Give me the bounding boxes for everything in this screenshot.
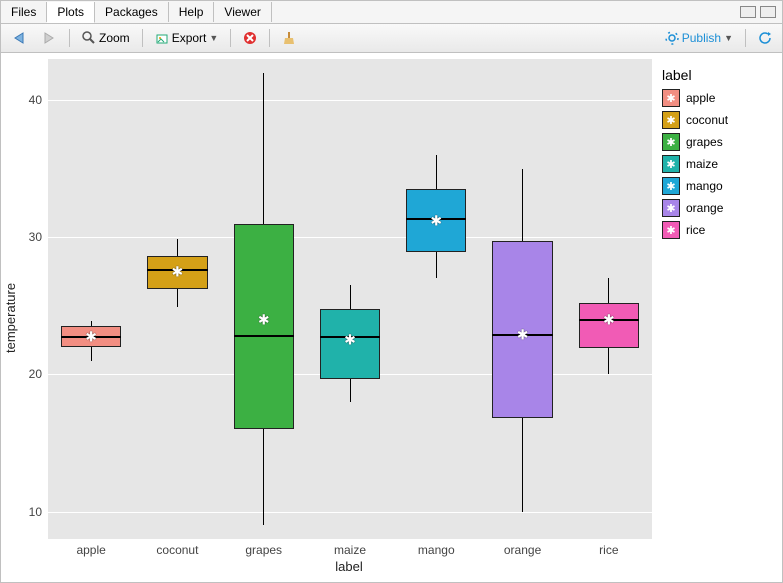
plots-toolbar: Zoom Export ▼ Publish ▼ xyxy=(1,24,782,53)
legend-label: grapes xyxy=(686,135,723,149)
zoom-icon xyxy=(82,31,96,45)
export-icon xyxy=(155,31,169,45)
legend-swatch: ✱ xyxy=(662,133,680,151)
x-tick-label: rice xyxy=(599,543,618,557)
y-axis-title: temperature xyxy=(1,59,20,576)
legend-item-mango: ✱ mango xyxy=(662,177,772,195)
x-tick-label: coconut xyxy=(156,543,198,557)
rstudio-plots-pane: Files Plots Packages Help Viewer Zoom Ex… xyxy=(0,0,783,583)
tab-help[interactable]: Help xyxy=(169,2,215,22)
tab-viewer[interactable]: Viewer xyxy=(214,2,271,22)
legend-label: maize xyxy=(686,157,718,171)
publish-button[interactable]: Publish ▼ xyxy=(661,29,737,47)
y-tick-label: 40 xyxy=(29,93,42,107)
mean-point-rice: ✱ xyxy=(603,311,615,328)
legend-item-apple: ✱ apple xyxy=(662,89,772,107)
publish-icon xyxy=(665,31,679,45)
plot-area: temperature 10203040 ✱apple✱coconut✱grap… xyxy=(1,53,782,582)
minimize-pane-button[interactable] xyxy=(740,6,756,18)
legend: label ✱apple✱coconut✱grapes✱maize✱mango✱… xyxy=(652,59,776,576)
mean-point-maize: ✱ xyxy=(344,332,356,349)
legend-item-rice: ✱ rice xyxy=(662,221,772,239)
x-tick-label: apple xyxy=(76,543,105,557)
tab-plots[interactable]: Plots xyxy=(47,2,95,23)
tab-packages[interactable]: Packages xyxy=(95,2,169,22)
median-grapes xyxy=(234,335,294,337)
chevron-down-icon: ▼ xyxy=(724,33,733,43)
legend-item-orange: ✱ orange xyxy=(662,199,772,217)
remove-icon xyxy=(243,31,257,45)
mean-point-apple: ✱ xyxy=(85,329,97,346)
y-tick-label: 20 xyxy=(29,367,42,381)
legend-swatch: ✱ xyxy=(662,89,680,107)
legend-swatch: ✱ xyxy=(662,177,680,195)
pane-window-controls xyxy=(740,6,782,18)
remove-plot-button[interactable] xyxy=(239,29,261,47)
legend-label: coconut xyxy=(686,113,728,127)
clear-all-button[interactable] xyxy=(278,29,300,47)
mean-point-orange: ✱ xyxy=(517,326,529,343)
mean-point-coconut: ✱ xyxy=(172,263,184,280)
x-tick-label: orange xyxy=(504,543,541,557)
legend-label: rice xyxy=(686,223,705,237)
legend-title: label xyxy=(662,67,772,83)
publish-label: Publish xyxy=(682,31,721,45)
legend-swatch: ✱ xyxy=(662,199,680,217)
export-label: Export xyxy=(172,31,207,45)
y-tick-label: 10 xyxy=(29,505,42,519)
next-plot-button[interactable] xyxy=(37,29,61,47)
zoom-label: Zoom xyxy=(99,31,130,45)
x-tick-label: mango xyxy=(418,543,455,557)
export-button[interactable]: Export ▼ xyxy=(151,29,223,47)
refresh-plot-button[interactable] xyxy=(754,29,776,47)
x-tick-label: maize xyxy=(334,543,366,557)
legend-swatch: ✱ xyxy=(662,155,680,173)
legend-item-coconut: ✱ coconut xyxy=(662,111,772,129)
mean-point-mango: ✱ xyxy=(430,212,442,229)
legend-label: mango xyxy=(686,179,723,193)
legend-label: apple xyxy=(686,91,715,105)
chart-panel: ✱apple✱coconut✱grapes✱maize✱mango✱orange… xyxy=(48,59,652,539)
legend-label: orange xyxy=(686,201,723,215)
legend-swatch: ✱ xyxy=(662,221,680,239)
maximize-pane-button[interactable] xyxy=(760,6,776,18)
broom-icon xyxy=(282,31,296,45)
legend-swatch: ✱ xyxy=(662,111,680,129)
pane-tabbar: Files Plots Packages Help Viewer xyxy=(1,1,782,24)
y-tick-label: 30 xyxy=(29,230,42,244)
legend-item-maize: ✱ maize xyxy=(662,155,772,173)
zoom-button[interactable]: Zoom xyxy=(78,29,134,47)
chevron-down-icon: ▼ xyxy=(209,33,218,43)
mean-point-grapes: ✱ xyxy=(258,311,270,328)
refresh-icon xyxy=(758,31,772,45)
prev-plot-button[interactable] xyxy=(7,29,31,47)
tab-files[interactable]: Files xyxy=(1,2,47,22)
legend-item-grapes: ✱ grapes xyxy=(662,133,772,151)
x-tick-label: grapes xyxy=(245,543,282,557)
